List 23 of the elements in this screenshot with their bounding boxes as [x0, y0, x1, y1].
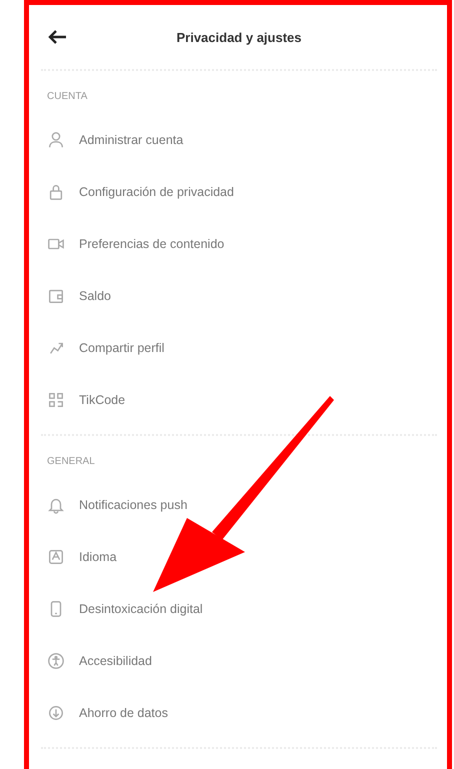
screen-title: Privacidad y ajustes: [176, 30, 302, 44]
qr-code-icon: [47, 391, 65, 409]
settings-item[interactable]: Compartir perfil: [41, 322, 437, 374]
settings-item[interactable]: Desintoxicación digital: [41, 583, 437, 635]
data-saver-icon: [47, 704, 65, 722]
person-icon: [47, 131, 65, 149]
settings-item[interactable]: Accesibilidad: [41, 635, 437, 687]
settings-item[interactable]: Ahorro de datos: [41, 687, 437, 739]
back-arrow-icon[interactable]: [47, 29, 67, 45]
lock-icon: [47, 183, 65, 201]
accessibility-icon: [47, 652, 65, 670]
settings-item[interactable]: Administrar cuenta: [41, 114, 437, 166]
section-heading: GENERAL: [46, 455, 96, 469]
settings-item[interactable]: Configuración de privacidad: [41, 166, 437, 218]
bell-icon: [47, 496, 65, 514]
settings-item[interactable]: Saldo: [41, 270, 437, 322]
settings-item[interactable]: Idioma: [41, 531, 437, 583]
language-icon: [47, 548, 65, 566]
section-heading: CUENTA: [46, 90, 88, 104]
settings-item[interactable]: TikCode: [41, 374, 437, 426]
wallet-icon: [47, 287, 65, 305]
settings-item[interactable]: Notificaciones push: [41, 479, 437, 531]
settings-item[interactable]: Preferencias de contenido: [41, 218, 437, 270]
